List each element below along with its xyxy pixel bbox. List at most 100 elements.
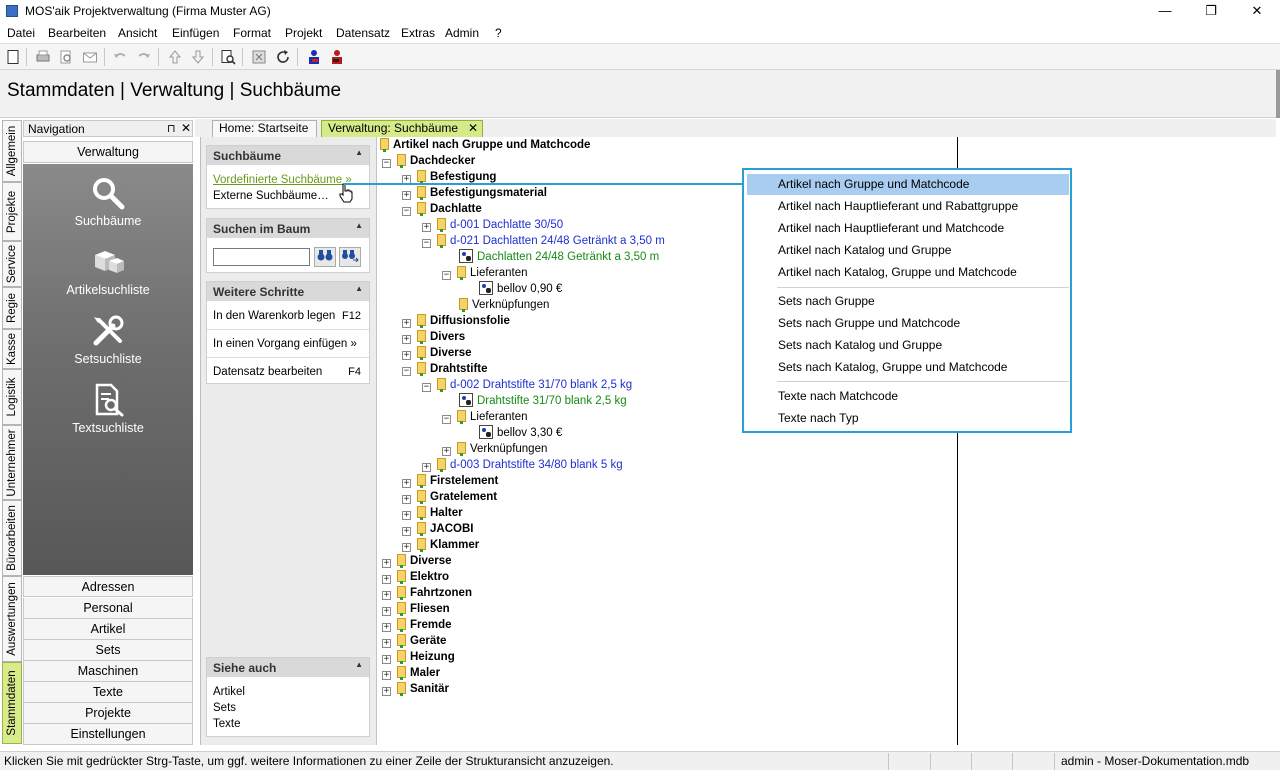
- nav-projekte[interactable]: Projekte: [23, 703, 193, 724]
- nav-setsuchliste[interactable]: Setsuchliste: [23, 314, 193, 366]
- tree-row[interactable]: + Maler: [382, 665, 440, 681]
- nav-texte[interactable]: Texte: [23, 682, 193, 703]
- vtab-allgemein[interactable]: Allgemein: [2, 120, 22, 182]
- expand-icon[interactable]: +: [402, 319, 411, 328]
- menu-ansicht[interactable]: Ansicht: [118, 26, 157, 40]
- vtab-unternehmer[interactable]: Unternehmer: [2, 425, 22, 500]
- expand-icon[interactable]: +: [382, 655, 391, 664]
- nav-sets[interactable]: Sets: [23, 640, 193, 661]
- user-blue-icon[interactable]: [306, 49, 322, 65]
- tree-row[interactable]: + Fremde: [382, 617, 452, 633]
- mail-icon[interactable]: [82, 49, 98, 65]
- tree-row[interactable]: Drahtstifte 31/70 blank 2,5 kg: [442, 393, 627, 409]
- nav-section-verwaltung[interactable]: Verwaltung: [23, 141, 193, 163]
- tree-row[interactable]: − d-021 Dachlatten 24/48 Getränkt a 3,50 …: [422, 233, 665, 249]
- link-texte[interactable]: Texte: [213, 718, 241, 730]
- popup-item-artikel-katalog-gruppe-matchcode[interactable]: Artikel nach Katalog, Gruppe und Matchco…: [747, 262, 1069, 283]
- close-window-button[interactable]: ✕: [1234, 0, 1280, 23]
- nav-maschinen[interactable]: Maschinen: [23, 661, 193, 682]
- expand-icon[interactable]: +: [402, 191, 411, 200]
- tree-row[interactable]: + d-003 Drahtstifte 34/80 blank 5 kg: [422, 457, 623, 473]
- new-document-icon[interactable]: [5, 49, 21, 65]
- find-binoculars-button[interactable]: [314, 247, 336, 267]
- tree-row[interactable]: − Dachdecker: [382, 153, 475, 169]
- nav-personal[interactable]: Personal: [23, 598, 193, 619]
- move-up-icon[interactable]: [167, 49, 183, 65]
- expand-icon[interactable]: +: [382, 591, 391, 600]
- vtab-stammdaten[interactable]: Stammdaten: [2, 662, 22, 744]
- vtab-kasse[interactable]: Kasse: [2, 329, 22, 369]
- close-navigation-icon[interactable]: ✕: [181, 121, 191, 135]
- vtab-logistik[interactable]: Logistik: [2, 369, 22, 425]
- tree-row[interactable]: − Lieferanten: [442, 265, 528, 281]
- link-externe-suchbaeume[interactable]: Externe Suchbäume…: [213, 190, 329, 202]
- expand-icon[interactable]: +: [382, 575, 391, 584]
- panel-siehe-header[interactable]: Siehe auch ▲: [207, 658, 369, 677]
- undo-icon[interactable]: [112, 49, 128, 65]
- print-preview-icon[interactable]: [58, 49, 74, 65]
- action-vorgang-einfuegen[interactable]: In einen Vorgang einfügen »: [207, 331, 369, 358]
- popup-item-artikel-hauptlieferant-rabattgruppe[interactable]: Artikel nach Hauptlieferant und Rabattgr…: [747, 196, 1069, 217]
- popup-item-sets-gruppe[interactable]: Sets nach Gruppe: [747, 291, 1069, 312]
- nav-einstellungen[interactable]: Einstellungen: [23, 724, 193, 745]
- calculator-icon[interactable]: [251, 49, 267, 65]
- tree-row[interactable]: − d-002 Drahtstifte 31/70 blank 2,5 kg: [422, 377, 632, 393]
- tree-row[interactable]: + Diverse: [402, 345, 472, 361]
- tree-row[interactable]: Verknüpfungen: [442, 297, 549, 313]
- vtab-projekte[interactable]: Projekte: [2, 182, 22, 241]
- maximize-button[interactable]: ❐: [1188, 0, 1234, 23]
- tree-row[interactable]: + Firstelement: [402, 473, 498, 489]
- pin-icon[interactable]: ⊓: [167, 122, 176, 135]
- collapse-icon[interactable]: ▲: [355, 284, 363, 293]
- move-down-icon[interactable]: [190, 49, 206, 65]
- collapse-icon[interactable]: ▲: [355, 221, 363, 230]
- tree-row[interactable]: + Heizung: [382, 649, 455, 665]
- expand-icon[interactable]: +: [402, 527, 411, 536]
- popup-item-texte-matchcode[interactable]: Texte nach Matchcode: [747, 386, 1069, 407]
- expand-icon[interactable]: +: [382, 671, 391, 680]
- panel-suchbaeume-header[interactable]: Suchbäume ▲: [207, 146, 369, 165]
- vtab-regie[interactable]: Regie: [2, 287, 22, 329]
- collapse-tree-icon[interactable]: −: [422, 239, 431, 248]
- collapse-tree-icon[interactable]: −: [442, 415, 451, 424]
- tree-row[interactable]: + Verknüpfungen: [442, 441, 547, 457]
- tree-row[interactable]: + Diffusionsfolie: [402, 313, 510, 329]
- panel-weitere-header[interactable]: Weitere Schritte ▲: [207, 282, 369, 301]
- tree-row[interactable]: + Gratelement: [402, 489, 497, 505]
- popup-item-artikel-hauptlieferant-matchcode[interactable]: Artikel nach Hauptlieferant und Matchcod…: [747, 218, 1069, 239]
- action-warenkorb[interactable]: In den Warenkorb legen F12: [207, 303, 369, 330]
- collapse-tree-icon[interactable]: −: [402, 367, 411, 376]
- tree-row[interactable]: Dachlatten 24/48 Getränkt a 3,50 m: [442, 249, 659, 265]
- tree-row[interactable]: + Elektro: [382, 569, 449, 585]
- collapse-icon[interactable]: ▲: [355, 148, 363, 157]
- link-vordefinierte-suchbaeume[interactable]: Vordefinierte Suchbäume »: [213, 174, 352, 186]
- tree-row[interactable]: − Drahtstifte: [402, 361, 488, 377]
- tree-row[interactable]: bellov 3,30 €: [462, 425, 562, 441]
- popup-item-sets-katalog-gruppe-matchcode[interactable]: Sets nach Katalog, Gruppe und Matchcode: [747, 357, 1069, 378]
- redo-icon[interactable]: [136, 49, 152, 65]
- popup-item-artikel-gruppe-matchcode[interactable]: Artikel nach Gruppe und Matchcode: [747, 174, 1069, 195]
- expand-icon[interactable]: +: [422, 463, 431, 472]
- vtab-service[interactable]: Service: [2, 241, 22, 287]
- popup-item-sets-gruppe-matchcode[interactable]: Sets nach Gruppe und Matchcode: [747, 313, 1069, 334]
- tree-row[interactable]: − Dachlatte: [402, 201, 482, 217]
- expand-icon[interactable]: +: [402, 511, 411, 520]
- expand-icon[interactable]: +: [402, 335, 411, 344]
- collapse-tree-icon[interactable]: −: [402, 207, 411, 216]
- collapse-tree-icon[interactable]: −: [422, 383, 431, 392]
- popup-item-artikel-katalog-gruppe[interactable]: Artikel nach Katalog und Gruppe: [747, 240, 1069, 261]
- tree-row[interactable]: + d-001 Dachlatte 30/50: [422, 217, 563, 233]
- user-red-icon[interactable]: [329, 49, 345, 65]
- vtab-bueroarbeiten[interactable]: Büroarbeiten: [2, 500, 22, 576]
- search-document-icon[interactable]: [220, 49, 236, 65]
- menu-bearbeiten[interactable]: Bearbeiten: [48, 26, 106, 40]
- expand-icon[interactable]: +: [382, 639, 391, 648]
- menu-help[interactable]: ?: [495, 26, 502, 40]
- tree-row[interactable]: + JACOBI: [402, 521, 473, 537]
- expand-icon[interactable]: +: [422, 223, 431, 232]
- tree-row[interactable]: + Sanitär: [382, 681, 449, 697]
- nav-artikel[interactable]: Artikel: [23, 619, 193, 640]
- menu-datensatz[interactable]: Datensatz: [336, 26, 390, 40]
- menu-projekt[interactable]: Projekt: [285, 26, 322, 40]
- menu-einfuegen[interactable]: Einfügen: [172, 26, 219, 40]
